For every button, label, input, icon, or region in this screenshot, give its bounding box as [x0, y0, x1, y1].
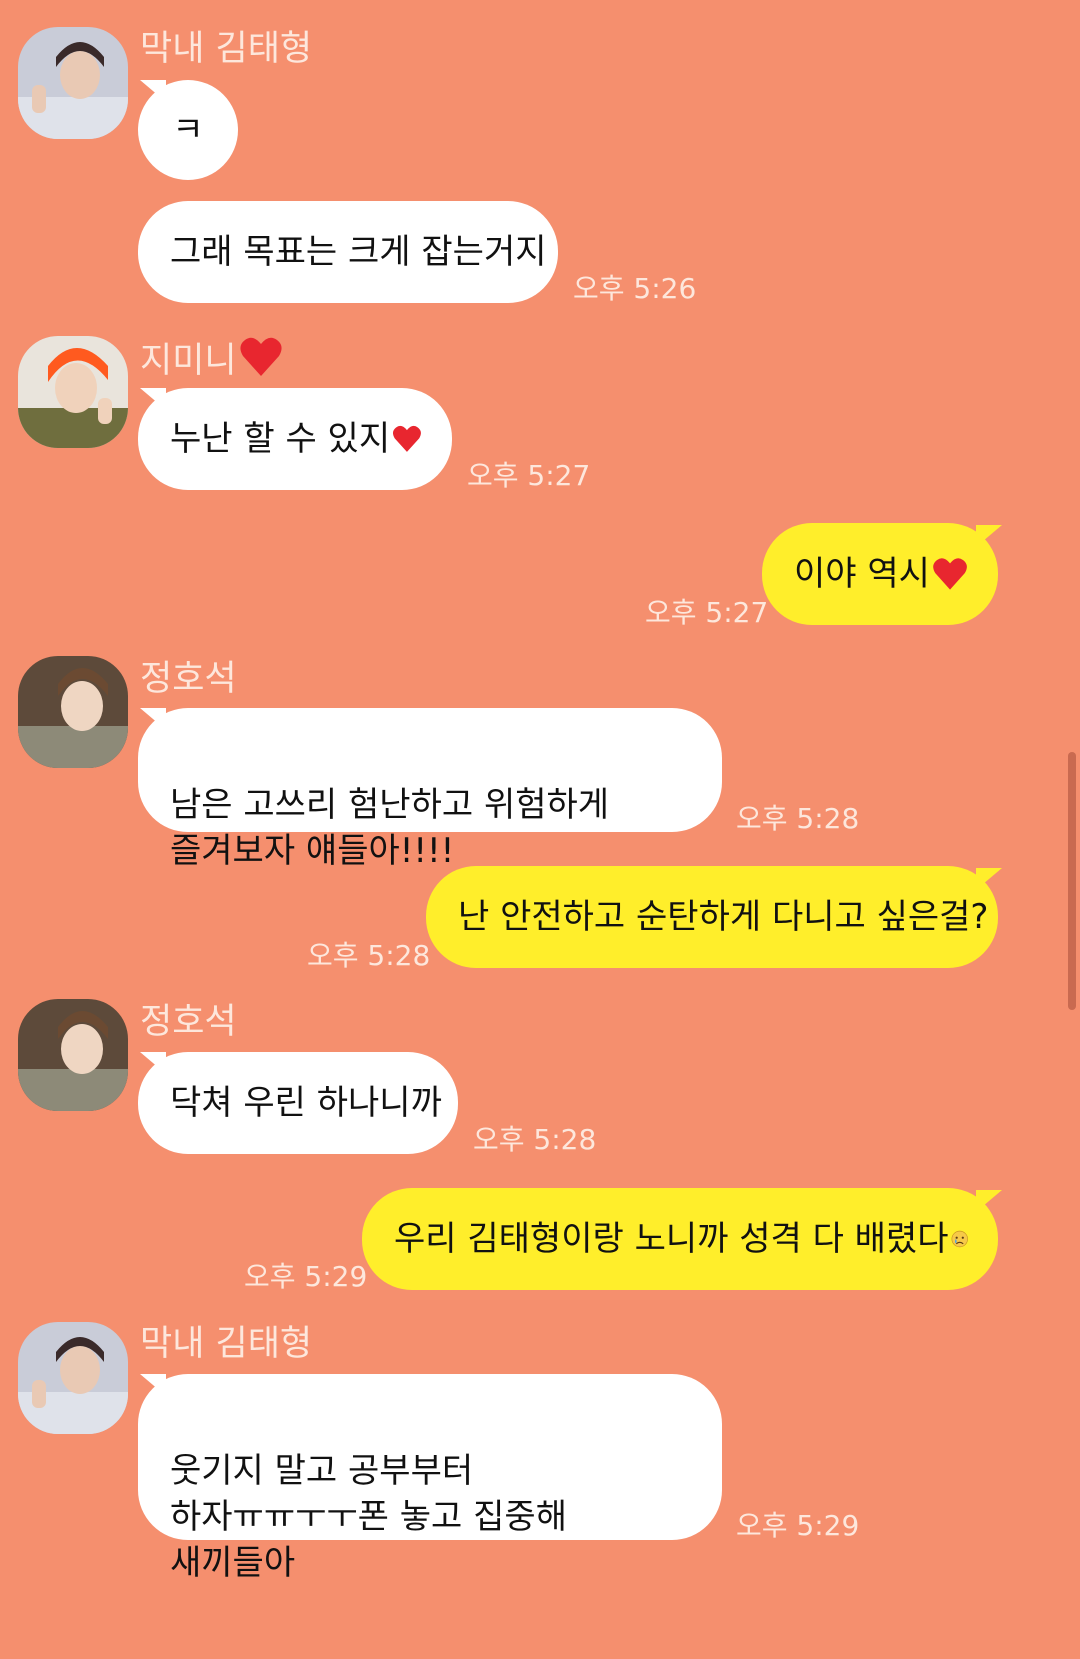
message-bubble[interactable]: 웃기지 말고 공부부터 하자ㅠㅠㅜㅜ폰 놓고 집중해 새끼들아 — [138, 1374, 722, 1583]
message-bubble[interactable]: 남은 고쓰리 험난하고 위험하게 즐겨보자 얘들아!!!! — [138, 708, 722, 871]
message-text: 그래 목표는 크게 잡는거지 — [170, 232, 547, 272]
message-text: 우리 김태형이랑 노니까 성격 다 배렸다 — [394, 1219, 949, 1259]
message-bubble[interactable]: 이야 역시 — [762, 523, 998, 625]
timestamp: 오후 5:26 — [573, 272, 697, 305]
message-bubble[interactable]: ㅋ — [138, 80, 238, 180]
timestamp: 오후 5:28 — [307, 939, 431, 972]
avatar-jimin[interactable] — [18, 336, 128, 448]
message-bubble[interactable]: 그래 목표는 크게 잡는거지 — [138, 201, 558, 303]
timestamp: 오후 5:29 — [244, 1260, 368, 1293]
bubble-tail — [976, 525, 1002, 547]
timestamp: 오후 5:27 — [645, 596, 769, 629]
avatar-hoseok[interactable] — [18, 656, 128, 768]
message-text: 누난 할 수 있지 — [170, 419, 391, 459]
heart-icon — [933, 558, 967, 590]
message-text: 남은 고쓰리 험난하고 위험하게 즐겨보자 얘들아!!!! — [170, 785, 610, 871]
message-bubble[interactable]: 우리 김태형이랑 노니까 성격 다 배렸다 — [362, 1188, 998, 1290]
sender-name: 막내 김태형 — [140, 1324, 313, 1364]
sad-face-emoji — [951, 1230, 968, 1248]
message-text: 웃기지 말고 공부부터 하자ㅠㅠㅜㅜ폰 놓고 집중해 새끼들아 — [170, 1451, 567, 1583]
bubble-tail — [976, 1190, 1002, 1212]
message-bubble[interactable]: 누난 할 수 있지 — [138, 388, 452, 490]
message-text: 난 안전하고 순탄하게 다니고 싶은걸? — [458, 897, 989, 937]
scrollbar[interactable] — [1068, 752, 1076, 1010]
timestamp: 오후 5:28 — [736, 802, 860, 835]
avatar-taehyung[interactable] — [18, 1322, 128, 1434]
timestamp: 오후 5:27 — [467, 459, 591, 492]
sender-name: 지미니 — [140, 336, 283, 382]
sender-name: 정호석 — [140, 659, 237, 699]
avatar-taehyung[interactable] — [18, 27, 128, 139]
message-bubble[interactable]: 닥쳐 우린 하나니까 — [138, 1052, 458, 1154]
heart-icon — [393, 425, 422, 452]
sender-name: 정호석 — [140, 1002, 237, 1042]
bubble-tail — [976, 868, 1002, 890]
message-text: 닥쳐 우린 하나니까 — [170, 1083, 442, 1123]
message-text: ㅋ — [172, 110, 204, 150]
timestamp: 오후 5:29 — [736, 1509, 860, 1542]
timestamp: 오후 5:28 — [473, 1123, 597, 1156]
heart-icon — [240, 337, 282, 376]
sender-name: 막내 김태형 — [140, 29, 313, 69]
message-text: 이야 역시 — [794, 554, 930, 594]
message-bubble[interactable]: 난 안전하고 순탄하게 다니고 싶은걸? — [426, 866, 998, 968]
avatar-hoseok[interactable] — [18, 999, 128, 1111]
